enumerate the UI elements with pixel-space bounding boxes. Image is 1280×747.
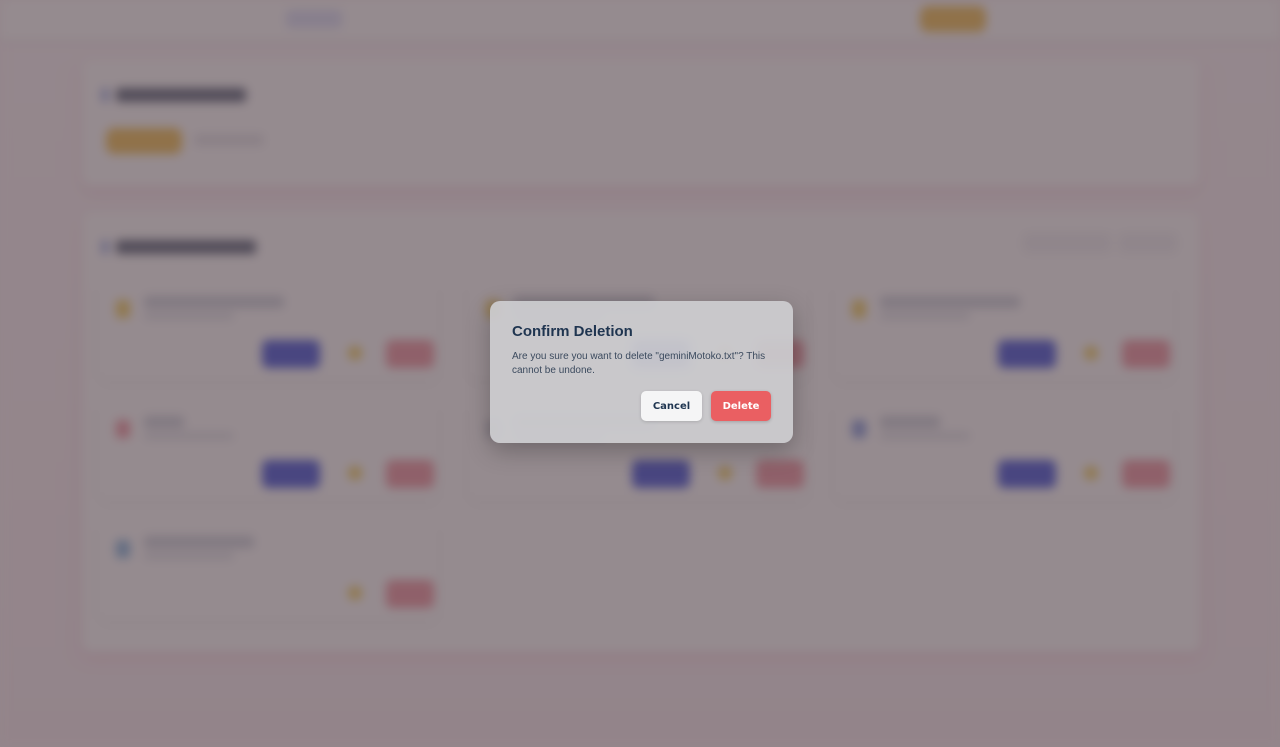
dialog-title: Confirm Deletion — [512, 323, 633, 340]
delete-button[interactable]: Delete — [711, 391, 771, 421]
confirm-deletion-dialog: Confirm Deletion Are you sure you want t… — [490, 301, 793, 443]
dialog-message: Are you sure you want to delete "geminiM… — [512, 351, 766, 376]
cancel-button[interactable]: Cancel — [641, 391, 702, 421]
dialog-actions: Cancel Delete — [641, 391, 771, 421]
